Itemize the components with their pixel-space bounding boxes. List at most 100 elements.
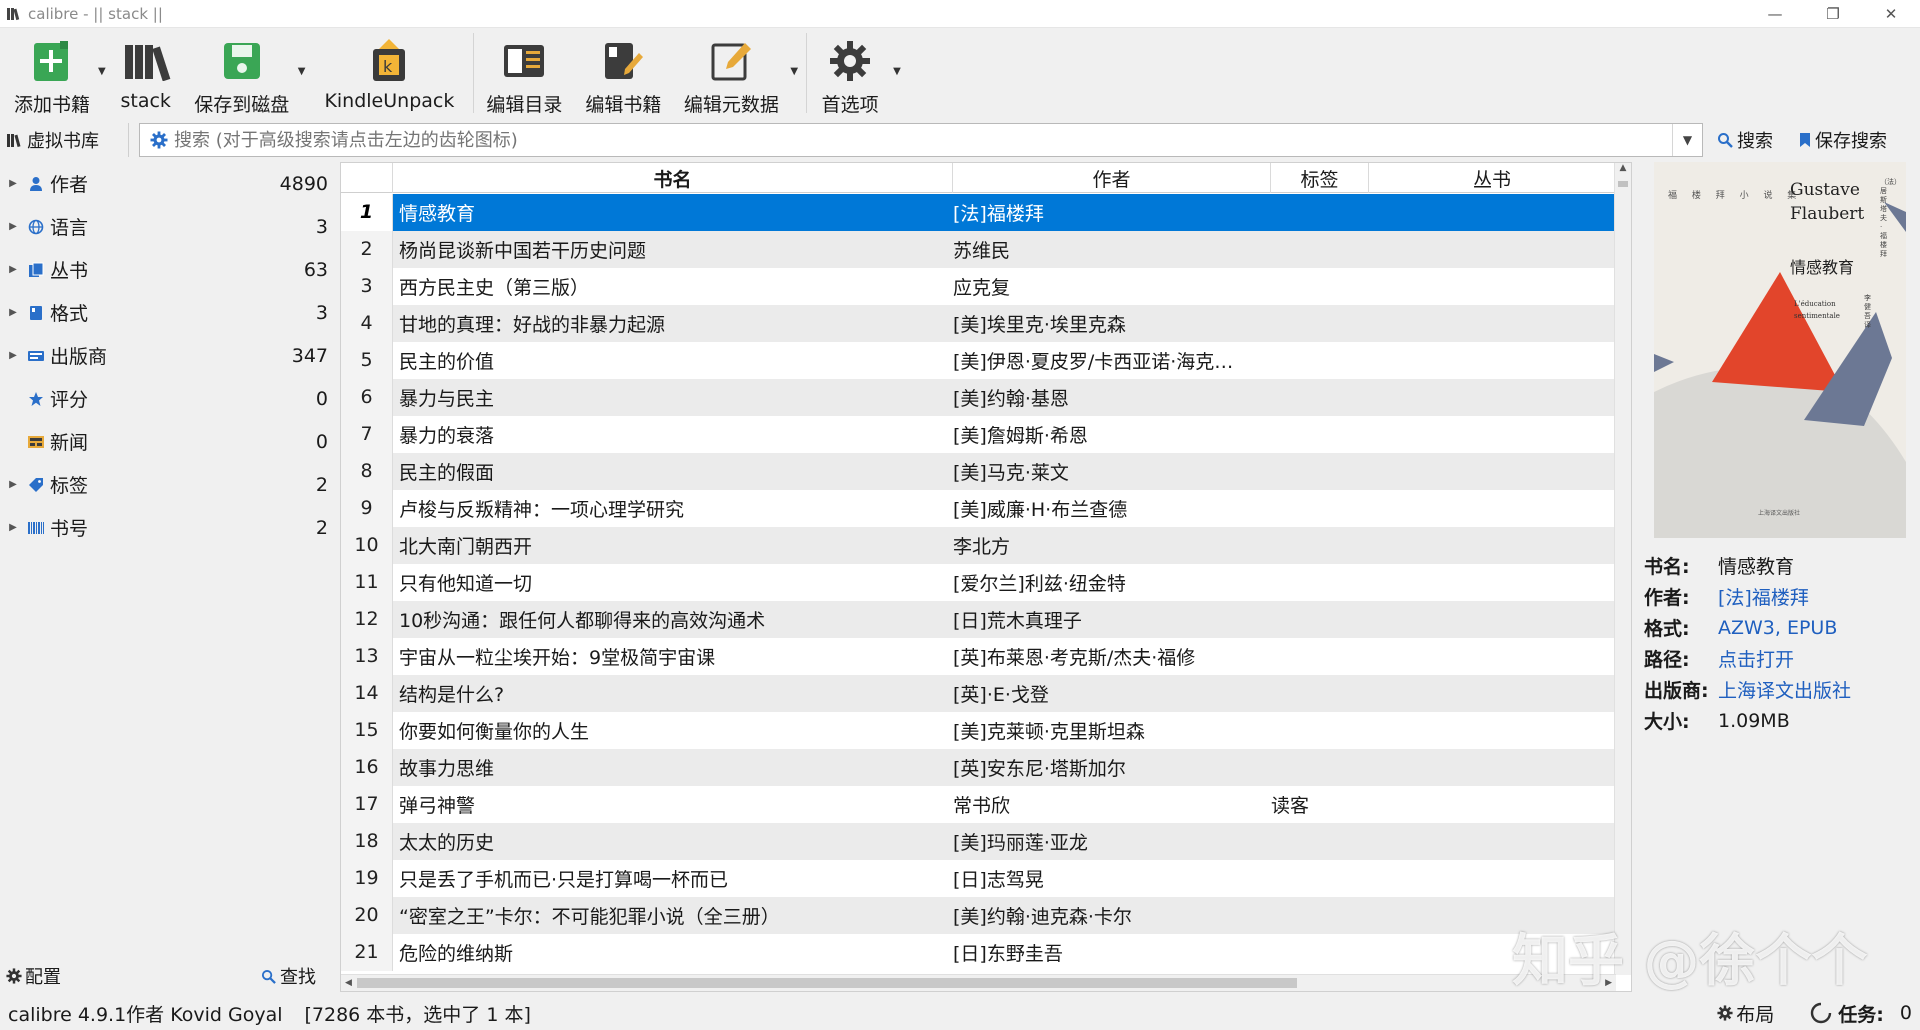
tag-category-5[interactable]: 评分 0	[0, 377, 334, 420]
jobs-spinner-icon	[1810, 1002, 1832, 1024]
search-input[interactable]	[168, 125, 1672, 155]
tag-category-1[interactable]: ▶ 语言 3	[0, 205, 334, 248]
virtual-library-button[interactable]: 虚拟书库	[6, 127, 128, 153]
tag-browser-list: ▶ 作者 4890 ▶ 语言 3 ▶ 丛书 63 ▶ 格式 3 ▶ 出版商 347 评分 0 新闻 0 ▶ 标签 2 ▶ 书号…	[0, 162, 334, 549]
book-row[interactable]: 17 弹弓神警 常书欣 读客	[341, 786, 1616, 823]
column-header-author[interactable]: 作者	[953, 163, 1271, 193]
minimize-button[interactable]: —	[1746, 0, 1804, 28]
library-button[interactable]: stack	[106, 28, 186, 118]
cell-author: [美]玛丽莲·亚龙	[953, 832, 1088, 854]
book-details-panel: 福 楼 拜 小 说 集 Gustave Flaubert 情感教育 L'éduc…	[1640, 162, 1920, 992]
kindle-icon: k	[369, 36, 409, 86]
column-header-title[interactable]: 书名	[393, 163, 953, 193]
tag-category-4[interactable]: ▶ 出版商 347	[0, 334, 334, 377]
cell-title: 太太的历史	[399, 832, 495, 854]
expand-arrow-icon[interactable]: ▶	[0, 307, 26, 318]
scroll-left-icon[interactable]: ◀	[345, 975, 352, 991]
tag-category-label: 格式	[50, 303, 89, 325]
book-row[interactable]: 13 宇宙从一粒尘埃开始：9堂极简宇宙课 [英]布莱恩·考克斯/杰夫·福修	[341, 638, 1616, 675]
tag-category-7[interactable]: ▶ 标签 2	[0, 463, 334, 506]
book-row[interactable]: 5 民主的价值 [美]伊恩·夏皮罗/卡西亚诺·海克…	[341, 342, 1616, 379]
column-header-series[interactable]: 丛书	[1369, 163, 1616, 193]
kindleunpack-button[interactable]: k KindleUnpack	[305, 28, 473, 118]
meta-size-key: 大小:	[1644, 711, 1690, 733]
book-row[interactable]: 4 甘地的真理：好战的非暴力起源 [美]埃里克·埃里克森	[341, 305, 1616, 342]
save-to-disk-button[interactable]: 保存到磁盘	[186, 28, 298, 118]
expand-arrow-icon[interactable]: ▶	[0, 522, 26, 533]
horizontal-scrollbar[interactable]: ◀ ▶	[341, 974, 1616, 991]
row-number: 20	[341, 897, 393, 934]
cell-author: [日]志驾晃	[953, 869, 1044, 891]
meta-publisher-link[interactable]: 上海译文出版社	[1718, 676, 1851, 703]
save-search-button[interactable]: 保存搜索	[1799, 127, 1887, 153]
scroll-up-icon[interactable]: ▲	[1615, 163, 1631, 177]
cell-title: 甘地的真理：好战的非暴力起源	[399, 314, 666, 336]
tag-category-label: 书号	[50, 518, 89, 540]
meta-author-key: 作者:	[1644, 587, 1690, 609]
configure-button[interactable]: 配置	[6, 963, 61, 989]
book-row[interactable]: 20 “密室之王”卡尔：不可能犯罪小说（全三册） [美]约翰·迪克森·卡尔	[341, 897, 1616, 934]
scroll-thumb[interactable]	[1618, 181, 1628, 187]
book-row[interactable]: 6 暴力与民主 [美]约翰·基恩	[341, 379, 1616, 416]
book-row[interactable]: 9 卢梭与反叛精神：一项心理学研究 [美]威廉·H·布兰查德	[341, 490, 1616, 527]
book-row[interactable]: 10 北大南门朝西开 李北方	[341, 527, 1616, 564]
cover-translator-text: 李健吾 译	[1864, 294, 1871, 329]
expand-arrow-icon[interactable]: ▶	[0, 479, 26, 490]
search-box: ▼	[139, 123, 1703, 157]
book-row[interactable]: 19 只是丢了手机而已·只是打算喝一杯而已 [日]志驾晃	[341, 860, 1616, 897]
expand-arrow-icon[interactable]: ▶	[0, 178, 26, 189]
book-row[interactable]: 3 西方民主史（第三版） 应克复	[341, 268, 1616, 305]
cover-publisher-text: 上海译文出版社	[1758, 510, 1801, 517]
close-button[interactable]: ✕	[1862, 0, 1920, 28]
column-header-tags[interactable]: 标签	[1271, 163, 1369, 193]
book-row[interactable]: 11 只有他知道一切 [爱尔兰]利兹·纽金特	[341, 564, 1616, 601]
book-row[interactable]: 8 民主的假面 [美]马克·莱文	[341, 453, 1616, 490]
save-dropdown-icon[interactable]: ▼	[298, 66, 306, 77]
restore-button[interactable]: ❐	[1804, 0, 1862, 28]
meta-format-link[interactable]: AZW3, EPUB	[1718, 617, 1837, 639]
tag-category-0[interactable]: ▶ 作者 4890	[0, 162, 334, 205]
tag-category-8[interactable]: ▶ 书号 2	[0, 506, 334, 549]
expand-arrow-icon[interactable]: ▶	[0, 350, 26, 361]
book-row[interactable]: 12 10秒沟通：跟任何人都聊得来的高效沟通术 [日]荒木真理子	[341, 601, 1616, 638]
cell-title: 弹弓神警	[399, 795, 476, 817]
cell-title: 10秒沟通：跟任何人都聊得来的高效沟通术	[399, 610, 766, 632]
expand-arrow-icon[interactable]: ▶	[0, 264, 26, 275]
search-button[interactable]: 搜索	[1717, 127, 1773, 153]
edit-book-button[interactable]: 编辑书籍	[574, 28, 672, 118]
meta-author-link[interactable]: [法]福楼拜	[1718, 583, 1809, 610]
jobs-button[interactable]: 任务: 0	[1838, 1000, 1912, 1027]
book-row[interactable]: 21 危险的维纳斯 [日]东野圭吾	[341, 934, 1616, 971]
preferences-button[interactable]: 首选项	[807, 28, 893, 118]
book-row[interactable]: 7 暴力的衰落 [美]詹姆斯·希恩	[341, 416, 1616, 453]
add-books-dropdown-icon[interactable]: ▼	[98, 66, 106, 77]
tag-category-2[interactable]: ▶ 丛书 63	[0, 248, 334, 291]
book-row[interactable]: 15 你要如何衡量你的人生 [美]克莱顿·克里斯坦森	[341, 712, 1616, 749]
meta-path-link[interactable]: 点击打开	[1718, 645, 1794, 672]
advanced-search-gear-icon[interactable]	[150, 131, 168, 149]
book-row[interactable]: 16 故事力思维 [英]安东尼·塔斯加尔	[341, 749, 1616, 786]
book-row[interactable]: 14 结构是什么? [英]·E·戈登	[341, 675, 1616, 712]
book-row[interactable]: 2 杨尚昆谈新中国若干历史问题 苏维民	[341, 231, 1616, 268]
scroll-thumb[interactable]	[357, 978, 1297, 988]
star-icon	[26, 391, 46, 407]
edit-metadata-button[interactable]: 编辑元数据	[672, 28, 790, 118]
expand-arrow-icon[interactable]: ▶	[0, 221, 26, 232]
layout-button[interactable]: 布局	[1717, 1000, 1774, 1027]
edit-toc-button[interactable]: 编辑目录	[474, 28, 574, 118]
add-books-button[interactable]: 添加书籍	[6, 28, 98, 118]
book-cover[interactable]: 福 楼 拜 小 说 集 Gustave Flaubert 情感教育 L'éduc…	[1654, 162, 1906, 538]
tag-category-6[interactable]: 新闻 0	[0, 420, 334, 463]
find-button[interactable]: 查找	[261, 963, 316, 989]
book-row[interactable]: 1 情感教育 [法]福楼拜	[341, 194, 1616, 231]
book-row[interactable]: 18 太太的历史 [美]玛丽莲·亚龙	[341, 823, 1616, 860]
search-history-dropdown-icon[interactable]: ▼	[1672, 124, 1702, 156]
magnifier-icon	[261, 969, 276, 984]
metadata-dropdown-icon[interactable]: ▼	[790, 66, 798, 77]
vertical-scrollbar[interactable]: ▲	[1614, 163, 1631, 975]
tag-category-3[interactable]: ▶ 格式 3	[0, 291, 334, 334]
layout-label: 布局	[1736, 1003, 1775, 1026]
cell-author: [法]福楼拜	[953, 203, 1044, 225]
row-number: 21	[341, 934, 393, 971]
preferences-dropdown-icon[interactable]: ▼	[893, 66, 901, 77]
